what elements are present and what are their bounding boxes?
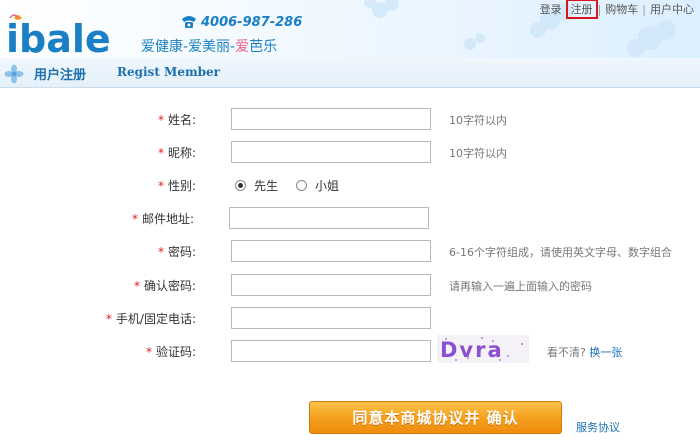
hotline-number: 4006-987-286: [201, 15, 303, 30]
captcha-hint-text: 看不清?: [547, 346, 586, 359]
confirm-password-hint: 请再输入一遍上面输入的密码: [449, 280, 592, 293]
cart-link[interactable]: 购物车: [601, 1, 642, 17]
required-mark: *: [157, 113, 164, 127]
name-input[interactable]: [231, 108, 431, 130]
svg-text:ibale: ibale: [6, 17, 111, 56]
login-link[interactable]: 登录: [536, 1, 566, 17]
form-row-gender: * 性别: 先生 小姐: [0, 174, 700, 196]
top-navigation: 登录 注册 | 购物车 | 用户中心: [536, 0, 698, 19]
phone-input[interactable]: [231, 307, 431, 329]
user-center-link[interactable]: 用户中心: [646, 1, 698, 17]
section-title-bar: 用户注册 Regist Member: [0, 58, 700, 88]
tagline-part3: 芭乐: [249, 39, 278, 55]
form-row-name: * 姓名: 10字符以内: [0, 108, 700, 130]
required-mark: *: [145, 345, 152, 359]
required-mark: *: [105, 312, 112, 326]
email-label: * 邮件地址:: [131, 212, 194, 226]
gender-radio-mr[interactable]: [235, 179, 246, 191]
email-input[interactable]: [229, 207, 429, 229]
svg-text:Dvra: Dvra: [440, 338, 504, 362]
captcha-refresh-link[interactable]: 换一张: [589, 346, 622, 359]
terms-of-service-link[interactable]: 服务协议: [576, 419, 620, 435]
form-row-email: * 邮件地址:: [0, 207, 700, 229]
gender-option-mr[interactable]: 先生: [254, 177, 278, 194]
confirm-password-input[interactable]: [231, 274, 431, 296]
nickname-label: * 昵称:: [157, 146, 196, 160]
gender-radio-group: 先生 小姐: [235, 174, 357, 196]
form-row-phone: * 手机/固定电话:: [0, 307, 700, 329]
flower-icon: [4, 64, 24, 84]
confirm-password-label: * 确认密码:: [133, 279, 196, 293]
required-mark: *: [157, 146, 164, 160]
captcha-image[interactable]: Dvra: [437, 335, 529, 363]
phone-icon: [182, 16, 196, 28]
required-mark: *: [157, 179, 164, 193]
captcha-label: * 验证码:: [145, 345, 196, 359]
captcha-input[interactable]: [231, 340, 431, 362]
password-input[interactable]: [231, 240, 431, 262]
tagline-part1: 爱健康-爱美丽-: [141, 39, 236, 55]
tagline-accent: 爱: [235, 39, 250, 55]
ibale-logo[interactable]: ibale: [6, 14, 134, 56]
gender-option-ms[interactable]: 小姐: [315, 177, 339, 194]
gender-radio-ms[interactable]: [296, 179, 308, 191]
page-title: 用户注册: [34, 68, 87, 83]
form-row-nickname: * 昵称: 10字符以内: [0, 141, 700, 163]
register-link[interactable]: 注册: [565, 0, 598, 19]
name-label: * 姓名:: [157, 113, 196, 127]
required-mark: *: [133, 279, 140, 293]
required-mark: *: [157, 245, 164, 259]
name-hint: 10字符以内: [449, 114, 507, 127]
required-mark: *: [131, 212, 138, 226]
form-row-password: * 密码: 6-16个字符组成，请使用英文字母、数字组合: [0, 240, 700, 262]
gender-label: * 性别:: [157, 179, 196, 193]
password-hint: 6-16个字符组成，请使用英文字母、数字组合: [449, 246, 672, 259]
nickname-input[interactable]: [231, 141, 431, 163]
captcha-help: 看不清? 换一张: [547, 344, 622, 360]
page-title-english: Regist Member: [117, 65, 220, 79]
site-header: ibale 4006-987-286 爱健康-爱美丽-爱芭乐 登录 注册 | 购…: [0, 0, 700, 58]
form-row-captcha: * 验证码: Dvra 看不清? 换一张: [0, 335, 700, 363]
phone-label: * 手机/固定电话:: [105, 312, 196, 326]
form-row-confirm-password: * 确认密码: 请再输入一遍上面输入的密码: [0, 274, 700, 296]
agree-and-submit-button[interactable]: 同意本商城协议并 确认: [309, 401, 562, 434]
tagline: 爱健康-爱美丽-爱芭乐: [141, 36, 277, 56]
password-label: * 密码:: [157, 245, 196, 259]
nickname-hint: 10字符以内: [449, 147, 507, 160]
